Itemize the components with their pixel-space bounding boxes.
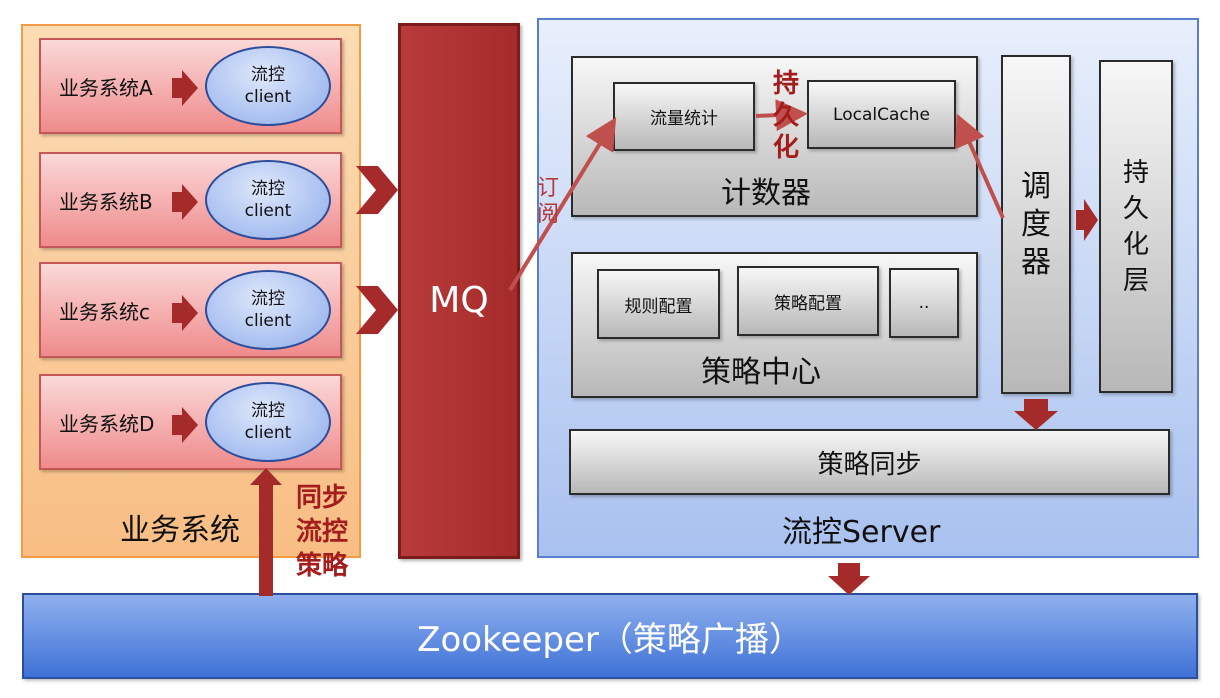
sync-strategy-line: 同步 (295, 483, 348, 513)
chevron-right-icon (356, 166, 398, 214)
block-arrow-icon (172, 70, 198, 106)
persist-annotation-char: 久 (772, 101, 799, 131)
block-arrow-icon (172, 407, 198, 443)
block-arrow-icon (1076, 199, 1098, 241)
persist-annotation: 持 久 化 (769, 68, 803, 164)
subscribe-annotation-char: 阅 (537, 202, 560, 227)
sync-strategy-annotation: 同步 流控 策略 (292, 481, 352, 583)
arrows-layer (172, 70, 1098, 596)
block-arrow-icon (172, 184, 198, 220)
scheduler-arrow-line (955, 113, 1005, 219)
subscribe-annotation: 订 阅 (537, 176, 563, 228)
block-arrow-down-icon (828, 563, 870, 595)
subscribe-annotation-char: 订 (537, 176, 560, 201)
chevron-right-icon (356, 286, 398, 334)
block-arrow-icon (172, 295, 198, 331)
sync-strategy-line: 流控 (295, 517, 348, 547)
persist-annotation-char: 持 (772, 69, 799, 99)
persist-annotation-char: 化 (772, 133, 799, 163)
sync-strategy-line: 策略 (295, 551, 348, 581)
block-arrow-down-icon (1014, 399, 1058, 430)
block-arrow-up-icon (250, 468, 282, 596)
